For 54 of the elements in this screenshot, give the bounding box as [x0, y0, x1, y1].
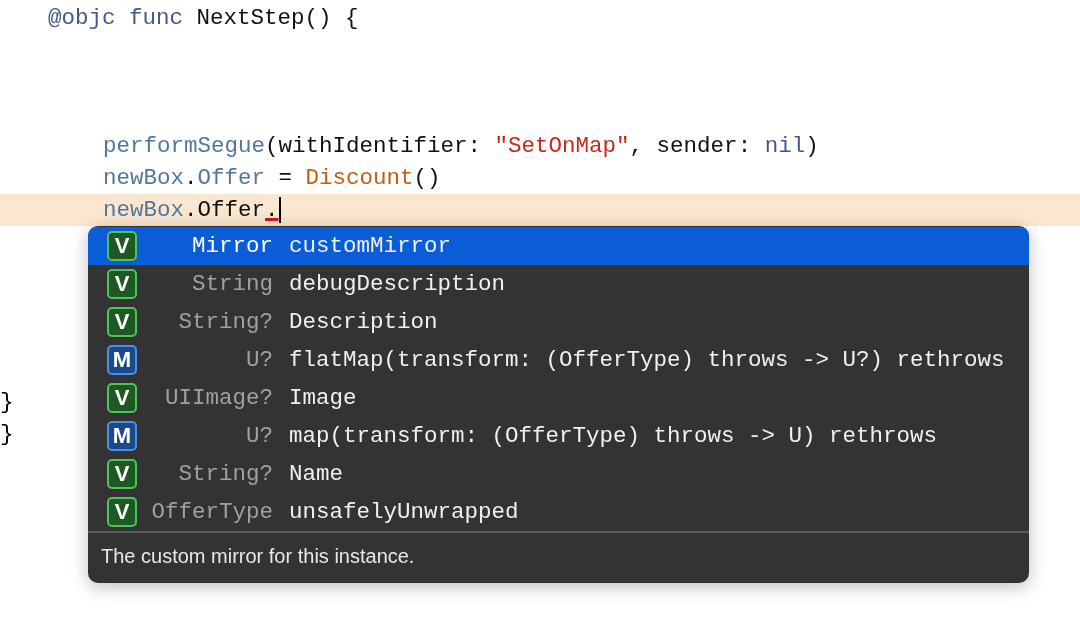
- symbol-name: debugDescription: [289, 271, 506, 297]
- return-type: String?: [177, 461, 273, 487]
- completion-item[interactable]: V String? Name: [88, 455, 1029, 493]
- symbol-name: flatMap(transform: (OfferType) throws -> U?) rethrows: [289, 347, 1005, 373]
- kind-badge: V: [107, 269, 137, 299]
- kind-badge: M: [107, 345, 137, 375]
- kind-badge: V: [107, 497, 137, 527]
- return-type: OfferType: [150, 499, 273, 525]
- code-token: Offer: [197, 165, 266, 191]
- completion-item[interactable]: M U? flatMap(transform: (OfferType) throws -> U?) rethrows: [88, 341, 1029, 379]
- return-type: U?: [245, 423, 273, 449]
- completion-item[interactable]: M U? map(transform: (OfferType) throws -> U) rethrows: [88, 417, 1029, 455]
- code-token: newBox: [103, 197, 184, 223]
- return-type: Mirror: [191, 233, 273, 259]
- return-type: UIImage?: [163, 385, 273, 411]
- code-token: nil: [764, 133, 806, 159]
- return-type: U?: [245, 347, 273, 373]
- symbol-description: The custom mirror for this instance.: [100, 544, 416, 569]
- code-token: @objc: [48, 5, 116, 31]
- code-token: =: [277, 165, 294, 191]
- code-token: .Offer: [184, 197, 266, 223]
- code-token: Discount: [305, 165, 414, 191]
- completion-item[interactable]: V OfferType unsafelyUnwrapped: [88, 493, 1029, 531]
- code-token: performSegue: [103, 133, 266, 159]
- completion-item[interactable]: V UIImage? Image: [88, 379, 1029, 417]
- code-token: , sender:: [629, 133, 753, 159]
- code-token: func: [128, 5, 184, 31]
- symbol-name: Name: [289, 461, 343, 487]
- kind-badge: V: [107, 231, 137, 261]
- code-token: (): [413, 165, 441, 191]
- text-caret: [278, 197, 281, 224]
- code-token: "SetOnMap": [494, 133, 630, 159]
- completion-item[interactable]: V String debugDescription: [88, 265, 1029, 303]
- code-token: .: [265, 197, 279, 223]
- return-type: String: [191, 271, 273, 297]
- symbol-name: customMirror: [289, 233, 452, 259]
- symbol-name: unsafelyUnwrapped: [289, 499, 519, 525]
- code-token: (withIdentifier:: [265, 133, 483, 159]
- code-token: ): [805, 133, 819, 159]
- code-token: NextStep() {: [195, 5, 359, 31]
- closing-brace: }: [0, 420, 14, 449]
- kind-badge: V: [107, 307, 137, 337]
- code-token: .: [184, 165, 198, 191]
- kind-badge: V: [107, 459, 137, 489]
- completion-item[interactable]: V Mirror customMirror: [88, 227, 1029, 265]
- kind-badge: M: [107, 421, 137, 451]
- return-type: String?: [177, 309, 273, 335]
- symbol-name: Description: [289, 309, 438, 335]
- code-token: newBox: [103, 165, 184, 191]
- kind-badge: V: [107, 383, 137, 413]
- symbol-name: Image: [289, 385, 357, 411]
- closing-brace: }: [0, 388, 14, 417]
- symbol-name: map(transform: (OfferType) throws -> U) rethrows: [289, 423, 938, 449]
- completion-item[interactable]: V String? Description: [88, 303, 1029, 341]
